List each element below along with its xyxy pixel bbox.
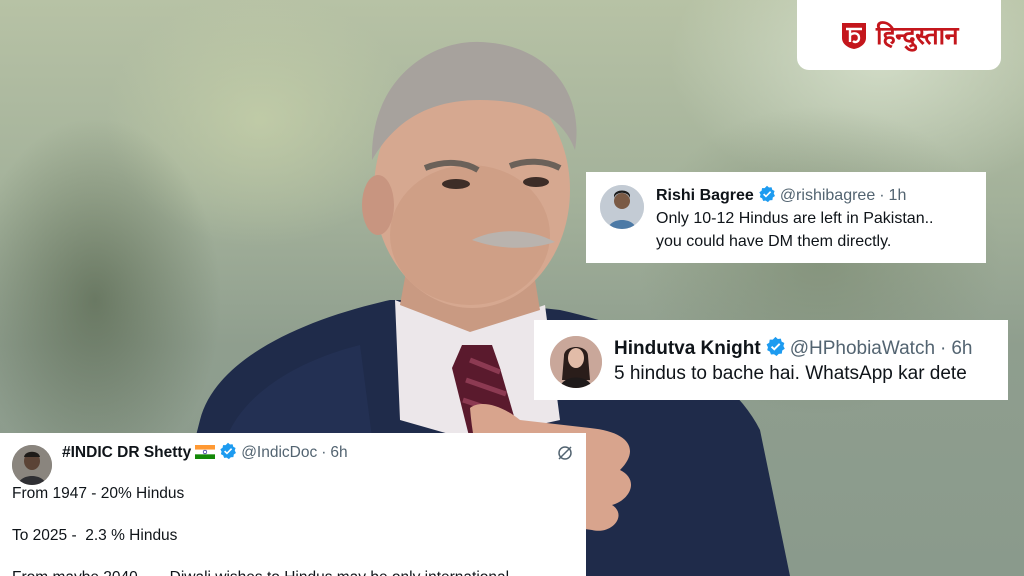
tweet-line: To 2025 - 2.3 % Hindus: [12, 527, 178, 544]
author-handle[interactable]: @IndicDoc: [241, 444, 317, 461]
india-flag-icon: [195, 445, 216, 459]
author-name[interactable]: Hindutva Knight: [614, 338, 761, 359]
separator-dot: ·: [879, 187, 885, 204]
hindustan-logo: हिन्दुस्तान: [797, 0, 1001, 70]
author-handle[interactable]: @HPhobiaWatch: [790, 338, 935, 359]
avatar[interactable]: [550, 336, 602, 388]
grok-icon[interactable]: [556, 444, 574, 462]
author-name[interactable]: #INDIC DR Shetty: [62, 444, 191, 461]
brand-name: हिन्दुस्तान: [875, 21, 959, 50]
verified-badge-icon: [759, 185, 775, 203]
verified-badge-icon: [766, 336, 785, 357]
avatar[interactable]: [600, 185, 644, 229]
author-handle[interactable]: @rishibagree: [780, 187, 875, 204]
timestamp[interactable]: 6h: [951, 338, 972, 359]
timestamp[interactable]: 1h: [889, 187, 907, 204]
separator-dot: ·: [940, 338, 947, 359]
tweet-card[interactable]: #INDIC DR Shetty @IndicDoc · 6h From 1947 -…: [0, 433, 586, 576]
timestamp[interactable]: 6h: [330, 444, 347, 461]
user-avatar-icon: [600, 185, 644, 229]
user-avatar-icon: [12, 445, 52, 485]
separator-dot: ·: [321, 444, 327, 461]
tweet-card[interactable]: Hindutva Knight @HPhobiaWatch · 6h 5 hindus…: [534, 320, 1008, 400]
tweet-line: 5 hindus to bache hai. WhatsApp kar dete: [614, 363, 967, 384]
hindustan-emblem-icon: [841, 23, 866, 49]
author-name[interactable]: Rishi Bagree: [656, 187, 754, 204]
user-avatar-icon: [550, 336, 602, 388]
tweet-line: From 1947 - 20% Hindus: [12, 485, 185, 502]
verified-badge-icon: [220, 442, 237, 460]
tweet-line: you could have DM them directly.: [656, 233, 892, 250]
tweet-line: Only 10-12 Hindus are left in Pakistan..: [656, 210, 934, 227]
tweet-line: From maybe 2040 - - Diwali wishes to Hin…: [12, 567, 574, 576]
avatar[interactable]: [12, 445, 52, 485]
tweet-card[interactable]: Rishi Bagree @rishibagree · 1h Only 10-12 H…: [586, 172, 986, 263]
